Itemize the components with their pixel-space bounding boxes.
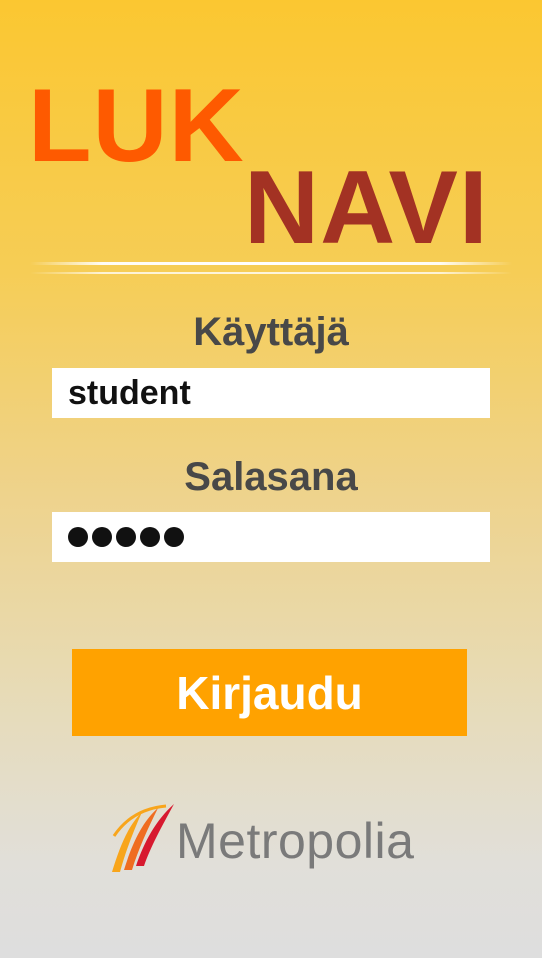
username-value: student bbox=[68, 374, 191, 412]
password-mask-dot bbox=[92, 527, 112, 547]
password-mask bbox=[68, 527, 184, 547]
username-label: Käyttäjä bbox=[193, 310, 349, 354]
password-field[interactable] bbox=[52, 512, 490, 562]
password-mask-dot bbox=[140, 527, 160, 547]
password-mask-dot bbox=[68, 527, 88, 547]
password-mask-dot bbox=[164, 527, 184, 547]
metropolia-wordmark: Metropolia bbox=[176, 813, 415, 869]
login-button[interactable]: Kirjaudu bbox=[72, 649, 467, 736]
header-divider bbox=[30, 262, 512, 278]
login-button-label: Kirjaudu bbox=[176, 666, 363, 719]
metropolia-logo: Metropolia bbox=[108, 800, 438, 876]
password-label: Salasana bbox=[184, 455, 358, 499]
app-logo-luk: LUK bbox=[28, 68, 245, 184]
username-field[interactable]: student bbox=[52, 368, 490, 418]
password-mask-dot bbox=[116, 527, 136, 547]
metropolia-flame-icon bbox=[112, 804, 174, 872]
app-logo-navi: NAVI bbox=[244, 150, 489, 266]
